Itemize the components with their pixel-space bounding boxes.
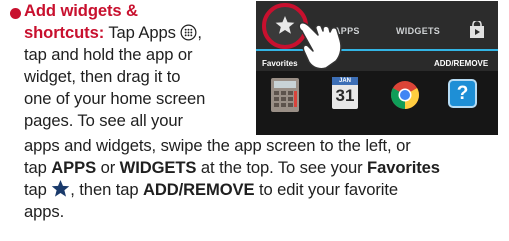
favorites-label: Favorites (367, 158, 440, 177)
line-9: tap , then tap ADD/REMOVE to edit your f… (24, 179, 399, 199)
store-bag-icon (470, 21, 484, 38)
tab-widgets: WIDGETS (396, 26, 441, 36)
apps-label: APPS (51, 158, 97, 177)
calendar-month: JAN (332, 77, 358, 85)
instruction-block: Add widgets & shortcuts: Tap Apps , tap … (0, 0, 509, 241)
bullet-dot (10, 8, 21, 19)
favorites-heading: Favorites (262, 59, 298, 68)
phone-screenshot: APPS WIDGETS Favorites ADD/REMOVE JAN 31… (256, 1, 498, 135)
line-10: apps. (24, 202, 65, 221)
add-remove-label: ADD/REMOVE (143, 180, 255, 199)
help-icon: ? (448, 79, 477, 108)
heading-add-widgets: Add widgets & (24, 1, 138, 20)
calendar-icon: JAN 31 (332, 77, 358, 109)
pointing-hand-icon (298, 22, 342, 70)
add-remove-link: ADD/REMOVE (434, 59, 489, 68)
calendar-day: 31 (335, 86, 355, 105)
line-2: shortcuts: Tap Apps , (24, 23, 202, 42)
line-7: apps and widgets, swipe the app screen t… (24, 136, 411, 155)
star-icon (52, 179, 70, 197)
line-1: Add widgets & (24, 0, 138, 22)
chrome-icon (391, 81, 419, 109)
line-4: widget, then drag it to (24, 67, 181, 86)
line-8: tap APPS or WIDGETS at the top. To see y… (24, 158, 440, 177)
widgets-label: WIDGETS (119, 158, 197, 177)
calculator-icon (271, 78, 299, 112)
line-6: pages. To see all your (24, 111, 183, 130)
line-5: one of your home screen (24, 89, 206, 108)
apps-grid-icon (180, 24, 197, 41)
line-3: tap and hold the app or (24, 45, 193, 64)
tap-apps-text: Tap Apps (104, 23, 181, 42)
heading-shortcuts: shortcuts: (24, 23, 105, 42)
